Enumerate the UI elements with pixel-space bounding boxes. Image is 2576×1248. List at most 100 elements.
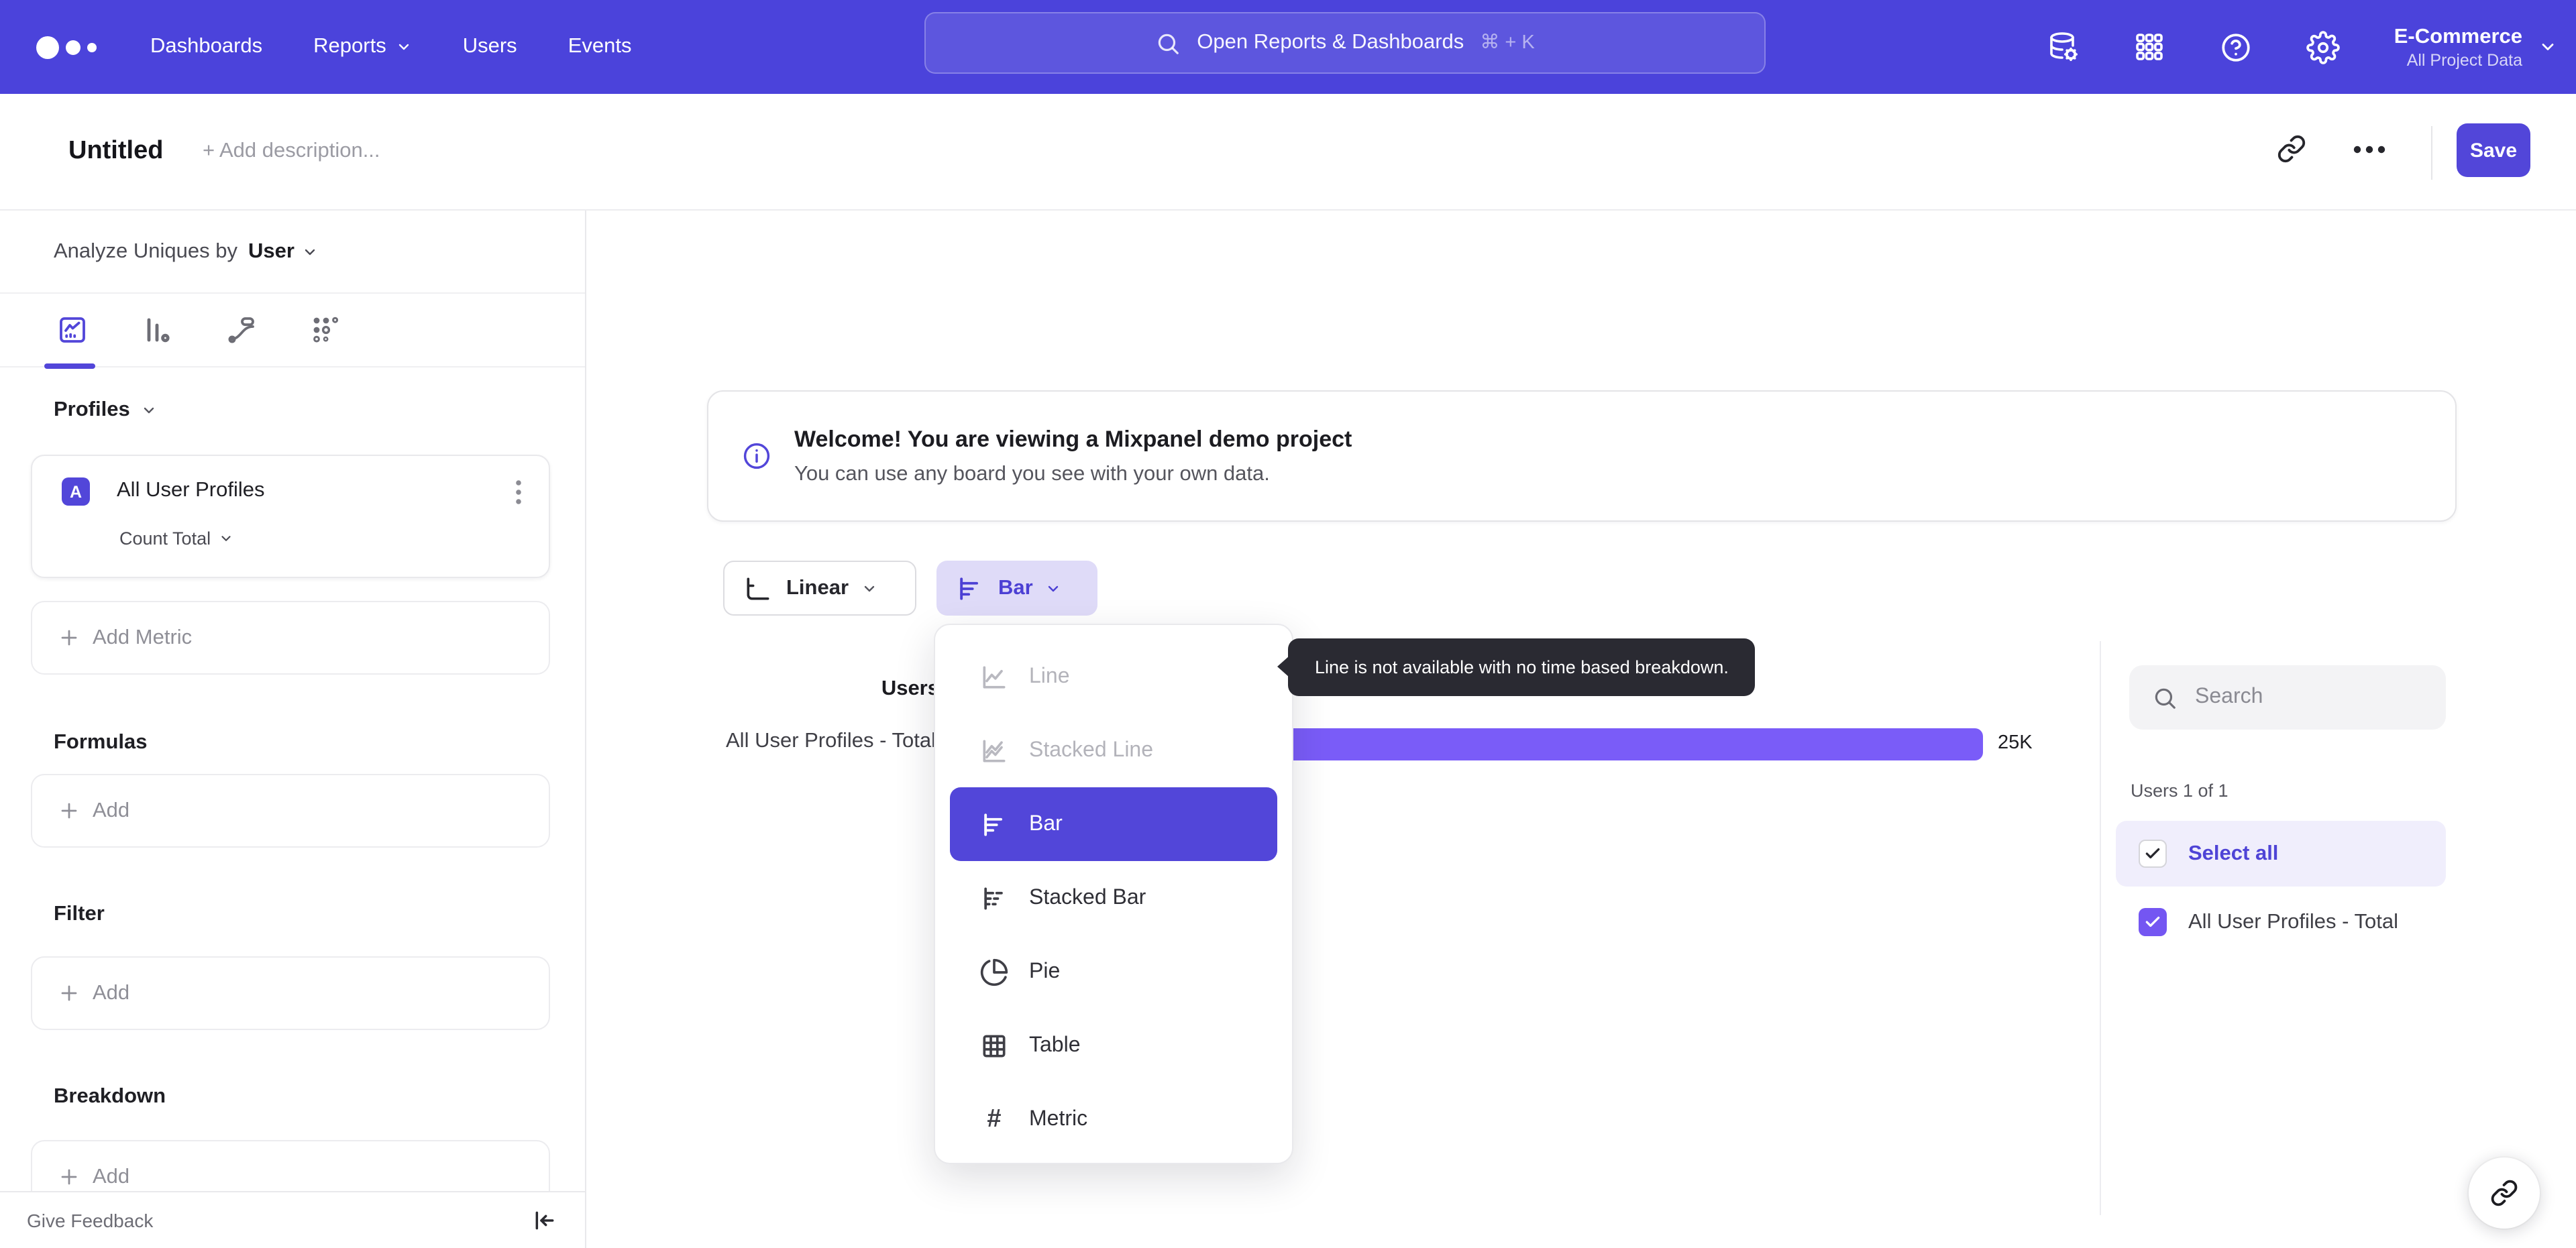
dropdown-item-label: Pie <box>1029 960 1061 982</box>
chevron-down-icon <box>305 248 316 255</box>
banner-title: Welcome! You are viewing a Mixpanel demo… <box>794 426 1352 451</box>
select-all-row[interactable]: Select all <box>2116 821 2446 887</box>
aggregation-selector[interactable]: Count Total <box>119 528 233 549</box>
scale-selector[interactable]: Linear <box>723 561 916 616</box>
metric-name[interactable]: All User Profiles <box>117 479 265 503</box>
legend-count: Users 1 of 1 <box>2131 781 2229 801</box>
share-link-fab[interactable] <box>2469 1157 2540 1229</box>
mixpanel-logo[interactable] <box>36 36 97 58</box>
dropdown-item-label: Stacked Bar <box>1029 886 1146 909</box>
metric-hash-icon: # <box>987 1104 1002 1133</box>
tab-insights[interactable] <box>56 314 89 346</box>
logo-dot <box>66 40 80 54</box>
nav-events[interactable]: Events <box>568 35 632 59</box>
copy-link-icon[interactable] <box>2277 134 2306 164</box>
nav-reports[interactable]: Reports <box>313 35 412 59</box>
chart-type-label: Bar <box>998 576 1033 599</box>
add-filter-label: Add <box>93 981 130 1004</box>
tab-flows[interactable] <box>225 314 258 346</box>
dropdown-item-metric[interactable]: # Metric <box>935 1082 1292 1156</box>
stacked-line-chart-icon <box>983 739 1006 762</box>
report-title[interactable]: Untitled <box>68 137 163 166</box>
dropdown-item-bar[interactable]: Bar <box>950 787 1277 861</box>
report-header: Untitled + Add description... Save <box>0 94 2576 211</box>
line-chart-icon <box>983 665 1006 688</box>
search-icon <box>1159 33 1179 54</box>
dropdown-item-pie[interactable]: Pie <box>935 935 1292 1009</box>
metric-letter-badge: A <box>62 477 90 506</box>
dropdown-item-line[interactable]: Line <box>935 640 1292 714</box>
add-metric-button[interactable]: Add Metric <box>31 601 550 675</box>
select-all-checkbox[interactable] <box>2139 840 2167 868</box>
more-options-icon[interactable] <box>2352 145 2387 154</box>
link-icon <box>2491 1180 2518 1206</box>
global-search-placeholder: Open Reports & Dashboards <box>1197 31 1464 54</box>
search-icon <box>2155 687 2176 708</box>
aggregation-value: Count Total <box>119 528 211 549</box>
chevron-down-icon <box>221 536 231 541</box>
column-header-users: Users <box>881 677 939 700</box>
add-description[interactable]: + Add description... <box>203 139 380 164</box>
formulas-section-header: Formulas <box>54 731 148 754</box>
dropdown-item-label: Metric <box>1029 1107 1088 1130</box>
mixpanel-app: Dashboards Reports Users Events Open Rep… <box>0 0 2576 1248</box>
add-formula-button[interactable]: Add <box>31 774 550 848</box>
dropdown-item-stacked-bar[interactable]: Stacked Bar <box>935 861 1292 935</box>
legend-search[interactable] <box>2129 665 2446 730</box>
logo-dot <box>36 36 59 58</box>
profiles-section-header[interactable]: Profiles <box>0 398 585 422</box>
legend-item-label: All User Profiles - Total <box>2188 910 2398 933</box>
save-button[interactable]: Save <box>2457 123 2530 177</box>
shortcut-hint: ⌘ + K <box>1480 32 1535 54</box>
tab-retention[interactable] <box>310 314 342 346</box>
collapse-sidebar-icon[interactable] <box>531 1206 558 1233</box>
panel-divider <box>2100 641 2101 1215</box>
project-name: E-Commerce <box>2394 25 2522 48</box>
nav-users[interactable]: Users <box>463 35 517 59</box>
info-icon <box>742 441 771 471</box>
analyze-label: Analyze Uniques by <box>54 239 237 262</box>
dropdown-item-stacked-line[interactable]: Stacked Line <box>935 714 1292 787</box>
help-icon[interactable] <box>2220 30 2253 64</box>
top-nav: Dashboards Reports Users Events Open Rep… <box>0 0 2576 94</box>
analyze-entity-selector[interactable]: User <box>248 239 319 264</box>
dropdown-item-table[interactable]: Table <box>935 1009 1292 1082</box>
apps-grid-icon[interactable] <box>2134 31 2166 63</box>
add-formula-label: Add <box>93 799 130 821</box>
global-search[interactable]: Open Reports & Dashboards ⌘ + K <box>924 12 1766 74</box>
data-management-icon[interactable] <box>2048 31 2080 63</box>
breakdown-section-header: Breakdown <box>54 1085 166 1108</box>
nav-reports-label: Reports <box>313 35 386 58</box>
project-switcher[interactable]: E-Commerce All Project Data <box>2394 23 2557 70</box>
plus-icon <box>61 630 77 646</box>
stacked-bar-chart-icon <box>984 887 1003 909</box>
legend-item-row[interactable]: All User Profiles - Total <box>2116 889 2446 955</box>
chevron-down-icon <box>398 44 409 50</box>
metric-card[interactable]: A All User Profiles Count Total <box>31 455 550 578</box>
chevron-down-icon <box>863 585 874 591</box>
tab-funnels[interactable] <box>141 314 173 346</box>
give-feedback-link[interactable]: Give Feedback <box>27 1209 153 1231</box>
add-filter-button[interactable]: Add <box>31 956 550 1030</box>
nav-dashboards[interactable]: Dashboards <box>150 35 262 59</box>
chevron-down-icon <box>2542 44 2554 50</box>
project-scope: All Project Data <box>2406 50 2522 69</box>
project-info: E-Commerce All Project Data <box>2394 23 2522 70</box>
top-nav-right: E-Commerce All Project Data <box>2048 0 2557 94</box>
dropdown-item-label: Table <box>1029 1033 1081 1056</box>
check-icon <box>2145 916 2160 927</box>
chevron-down-icon <box>144 407 154 414</box>
dropdown-item-label: Line <box>1029 665 1070 687</box>
chart-type-selector[interactable]: Bar <box>936 561 1097 616</box>
primary-nav: Dashboards Reports Users Events <box>150 35 631 59</box>
axis-scale-icon <box>747 577 769 600</box>
legend-search-input[interactable] <box>2195 685 2410 710</box>
series-checkbox[interactable] <box>2139 908 2167 936</box>
select-all-label: Select all <box>2188 842 2279 864</box>
analyze-entity-value: User <box>248 239 294 262</box>
settings-gear-icon[interactable] <box>2306 30 2341 64</box>
metric-menu-icon[interactable] <box>515 479 522 506</box>
sidebar-footer: Give Feedback <box>0 1190 585 1248</box>
tooltip-arrow <box>1277 656 1289 677</box>
plus-icon <box>61 985 77 1001</box>
